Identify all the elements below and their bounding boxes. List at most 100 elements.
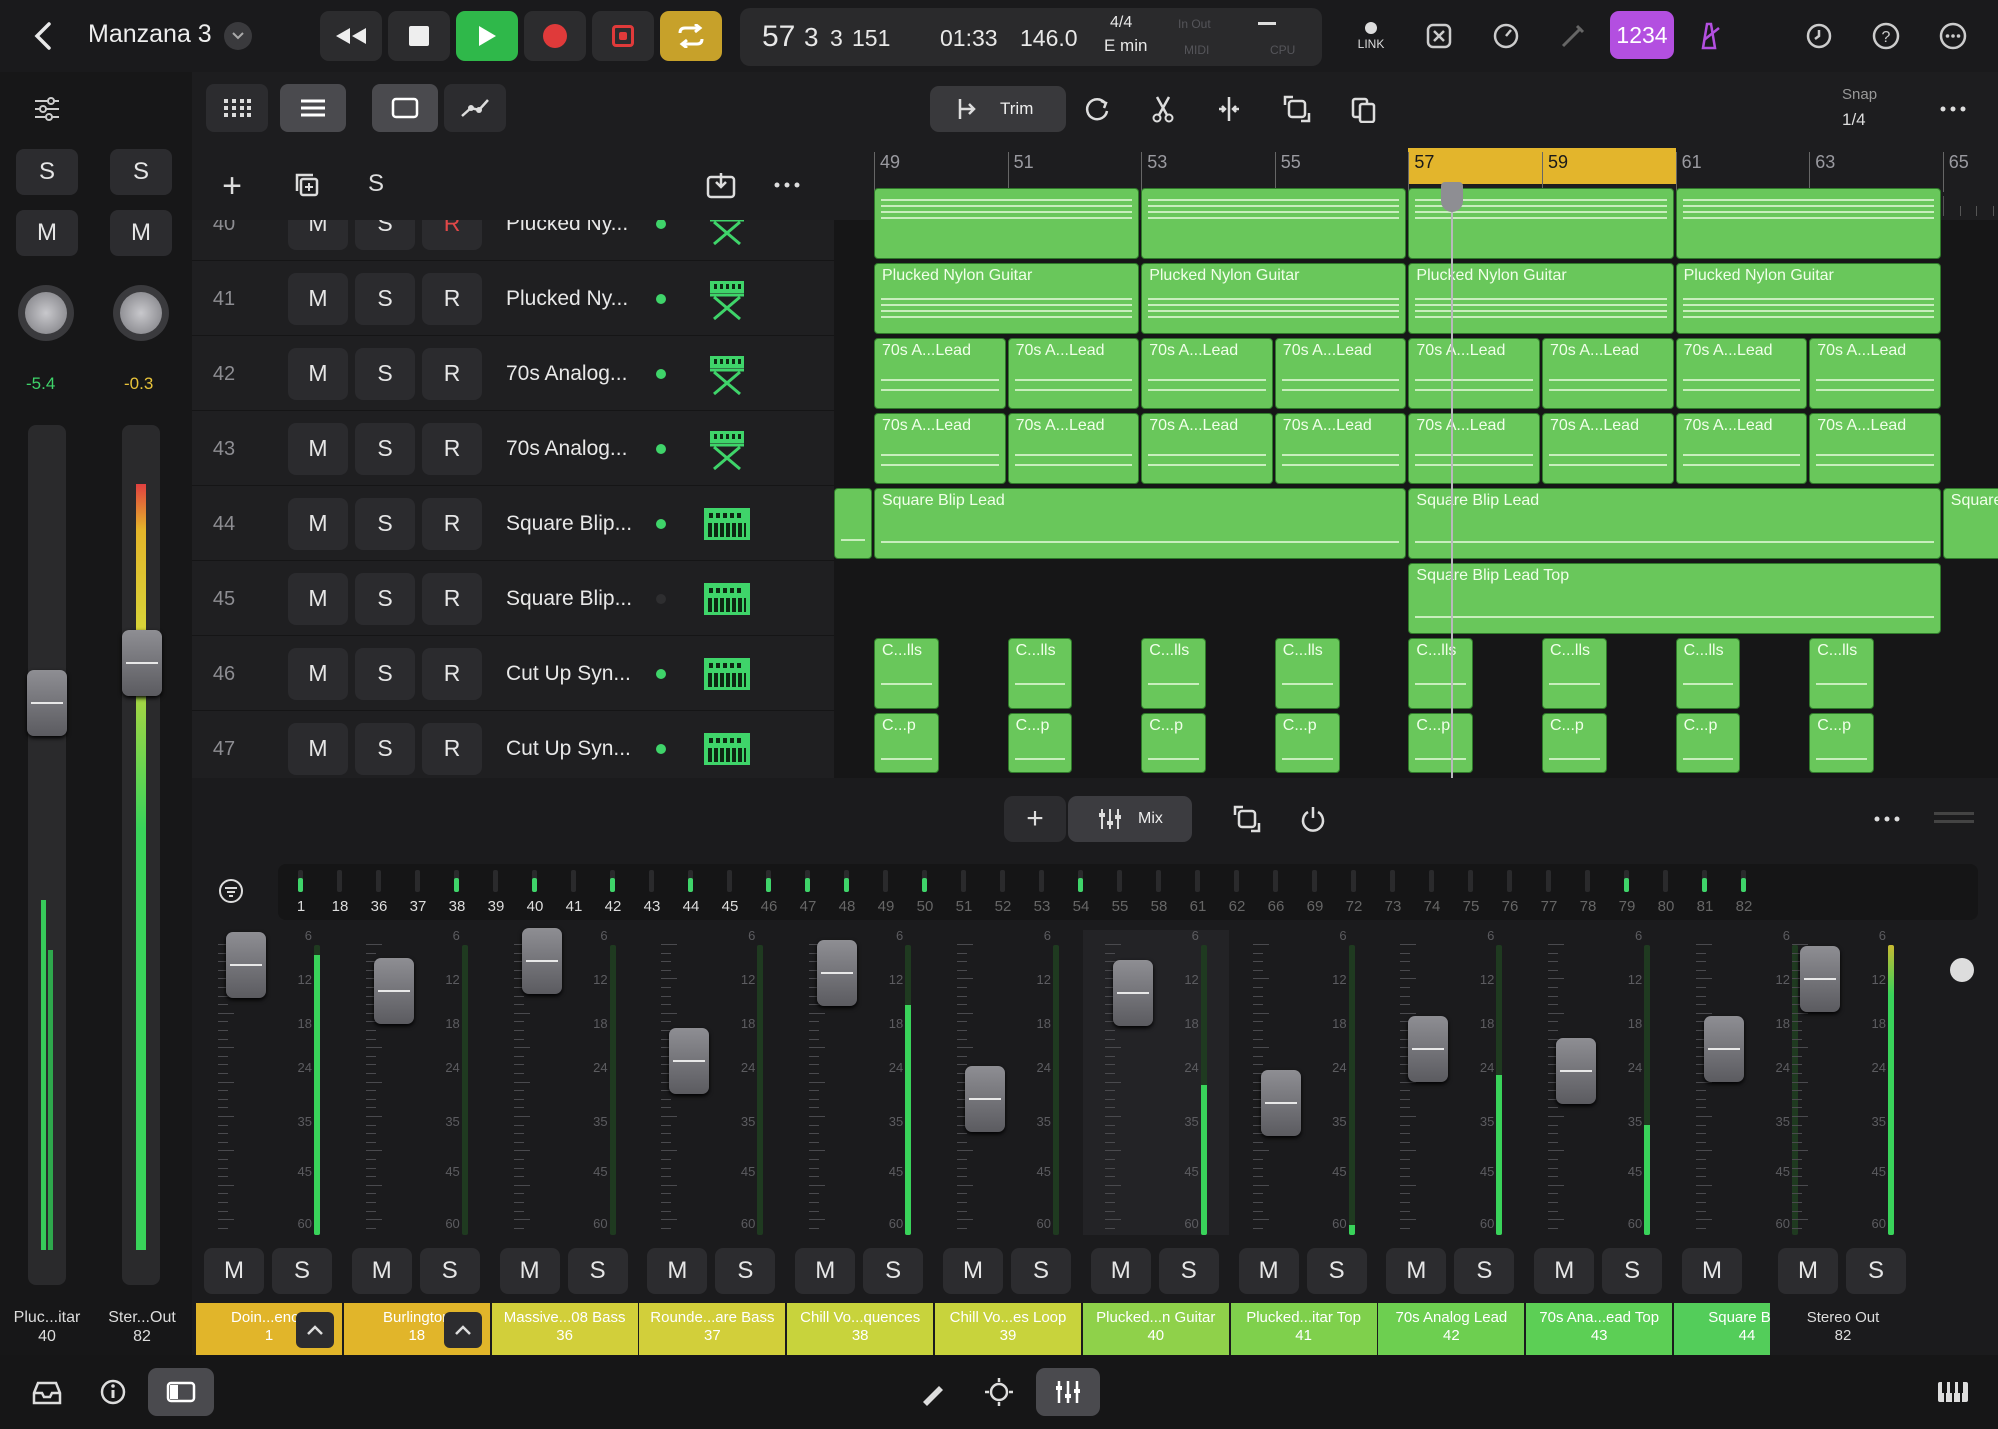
- channel-mute-button[interactable]: M: [204, 1248, 264, 1294]
- channel-mute-button[interactable]: M: [499, 1248, 560, 1294]
- channel-mute-button[interactable]: M: [1778, 1248, 1838, 1294]
- channel-mute-button[interactable]: M: [1386, 1248, 1447, 1294]
- fader-scale-tick: [957, 978, 973, 980]
- channel-mute-button[interactable]: M: [1090, 1248, 1151, 1294]
- fader-scale-tick: [1104, 1030, 1115, 1031]
- inspector-fader-right[interactable]: [122, 630, 162, 696]
- volume-value-left: -5.4: [26, 374, 56, 393]
- pencil-icon[interactable]: [908, 1367, 958, 1417]
- channel-mute-button[interactable]: M: [1682, 1248, 1742, 1294]
- fader-scale-tick: [1696, 995, 1706, 997]
- folder-expand-chevron-icon[interactable]: [443, 1312, 482, 1348]
- channel-fader[interactable]: [1556, 1038, 1597, 1104]
- piano-keyboard-icon[interactable]: [1928, 1367, 1978, 1417]
- fader-scale-tick: [661, 1116, 678, 1117]
- project-name[interactable]: Manzana 3: [88, 20, 212, 49]
- fader-scale-label: 24: [888, 1060, 904, 1075]
- channel-name-label[interactable]: 70s Ana...ead Top 43: [1526, 1303, 1673, 1355]
- fader-scale-tick: [1696, 1167, 1706, 1169]
- channel-name-label[interactable]: Stereo Out 82: [1770, 1303, 1916, 1355]
- inspector-mute-left[interactable]: M: [16, 210, 78, 256]
- inspector-toggle-button[interactable]: [148, 1368, 214, 1416]
- fader-scale-tick: [513, 1150, 530, 1152]
- fader-scale-tick: [809, 1159, 820, 1160]
- channel-fader[interactable]: [669, 1028, 710, 1094]
- level-meter: [1053, 945, 1059, 1235]
- fader-scale-tick: [957, 1038, 967, 1040]
- channel-fader[interactable]: [817, 940, 858, 1006]
- channel-fader[interactable]: [226, 932, 266, 998]
- channel-solo-button[interactable]: S: [1306, 1248, 1367, 1294]
- channel-solo-button[interactable]: S: [1158, 1248, 1219, 1294]
- inspector-solo-left[interactable]: S: [16, 149, 78, 195]
- inspector-mute-right[interactable]: M: [110, 210, 172, 256]
- channel-name-label[interactable]: Plucked...n Guitar 40: [1082, 1303, 1229, 1355]
- channel-name-label[interactable]: Massive...08 Bass 36: [491, 1303, 638, 1355]
- channel-name-label[interactable]: 70s Analog Lead 42: [1378, 1303, 1525, 1355]
- more-options-icon[interactable]: [1928, 11, 1978, 61]
- channel-mute-button[interactable]: M: [647, 1248, 708, 1294]
- library-icon[interactable]: [22, 1367, 72, 1417]
- channel-solo-button[interactable]: S: [567, 1248, 628, 1294]
- channel-mute-button[interactable]: M: [795, 1248, 856, 1294]
- inspector-fader-left[interactable]: [27, 670, 67, 736]
- channel-name-label[interactable]: Rounde...are Bass 37: [639, 1303, 786, 1355]
- fader-scale-tick: [513, 1021, 524, 1023]
- fader-scale-tick: [365, 1227, 376, 1229]
- fader-scale-tick: [1252, 995, 1263, 997]
- back-chevron-icon[interactable]: [18, 11, 68, 61]
- channel-name-label[interactable]: Chill Vo...es Loop 39: [935, 1303, 1081, 1355]
- fader-scale-tick: [1104, 1081, 1121, 1083]
- channel-solo-button[interactable]: S: [863, 1248, 924, 1294]
- resize-handle[interactable]: [1934, 812, 1974, 815]
- fader-scale-tick: [1104, 1116, 1121, 1117]
- info-icon[interactable]: [88, 1367, 138, 1417]
- fader-scale-tick: [1548, 1184, 1565, 1186]
- fader-scale-tick: [365, 1159, 376, 1160]
- fader-scale-tick: [218, 1073, 228, 1074]
- fader-scale-tick: [809, 1193, 820, 1195]
- channel-solo-button[interactable]: S: [419, 1248, 480, 1294]
- level-meter: [1496, 945, 1503, 1235]
- pan-knob-right[interactable]: [113, 285, 169, 341]
- fader-scale-tick: [957, 961, 967, 963]
- smart-controls-icon[interactable]: [974, 1367, 1024, 1417]
- mixer-scroll-icon[interactable]: [1950, 958, 1974, 982]
- channel-fader[interactable]: [965, 1066, 1005, 1132]
- channel-mute-button[interactable]: M: [351, 1248, 412, 1294]
- fader-scale-tick: [1696, 1193, 1706, 1195]
- channel-mute-button[interactable]: M: [1534, 1248, 1595, 1294]
- fader-scale-tick: [1792, 1116, 1808, 1117]
- channel-name-label[interactable]: Plucked...itar Top 41: [1230, 1303, 1377, 1355]
- channel-fader[interactable]: [1408, 1016, 1449, 1082]
- channel-fader[interactable]: [1260, 1070, 1301, 1136]
- fader-scale-tick: [1252, 1150, 1269, 1152]
- channel-fader[interactable]: [521, 928, 562, 994]
- channel-solo-button[interactable]: S: [1454, 1248, 1515, 1294]
- channel-mute-button[interactable]: M: [943, 1248, 1003, 1294]
- fader-scale-tick: [1400, 1159, 1411, 1160]
- fader-scale-label: 24: [1332, 1060, 1347, 1075]
- fader-scale-label: 45: [1184, 1164, 1199, 1179]
- inspector-settings-icon[interactable]: [22, 84, 72, 134]
- channel-fader[interactable]: [1800, 946, 1840, 1012]
- channel-solo-button[interactable]: S: [1602, 1248, 1663, 1294]
- channel-fader[interactable]: [1704, 1016, 1744, 1082]
- volume-value-right: -0.3: [124, 374, 154, 393]
- channel-number: 41: [1295, 1327, 1312, 1344]
- channel-mute-button[interactable]: M: [1238, 1248, 1299, 1294]
- channel-solo-button[interactable]: S: [1846, 1248, 1906, 1294]
- toolbar-more-icon[interactable]: [1928, 84, 1978, 134]
- channel-solo-button[interactable]: S: [1011, 1248, 1071, 1294]
- mixer-toggle-button[interactable]: [1036, 1368, 1100, 1416]
- channel-name-label[interactable]: Chill Vo...quences 38: [787, 1303, 934, 1355]
- channel-solo-button[interactable]: S: [715, 1248, 776, 1294]
- channel-fader[interactable]: [373, 958, 414, 1024]
- fader-scale-tick: [1252, 1184, 1269, 1186]
- square-blip-region[interactable]: Square: [1942, 488, 1998, 559]
- channel-solo-button[interactable]: S: [272, 1248, 332, 1294]
- channel-fader[interactable]: [1112, 960, 1153, 1026]
- pan-knob-left[interactable]: [18, 285, 74, 341]
- inspector-solo-right[interactable]: S: [110, 149, 172, 195]
- folder-expand-chevron-icon[interactable]: [296, 1312, 334, 1348]
